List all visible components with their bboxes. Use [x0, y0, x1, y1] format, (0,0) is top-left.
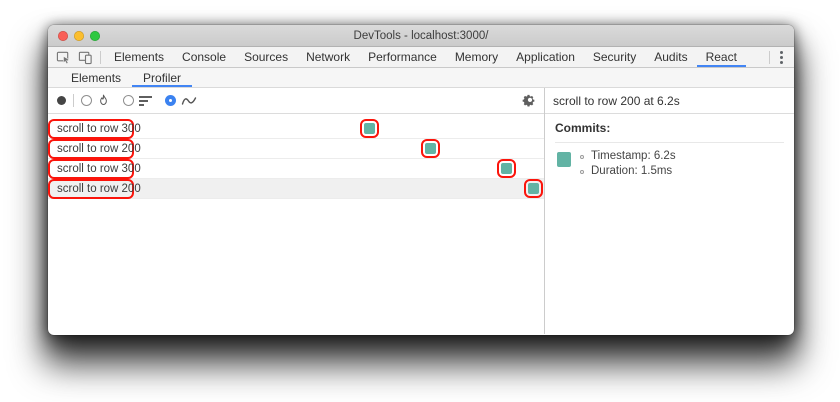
- interactions-radio[interactable]: [165, 95, 176, 106]
- commit-property: Timestamp: 6.2s: [580, 149, 676, 164]
- tab-memory[interactable]: Memory: [446, 47, 507, 67]
- commits-section: Commits: Timestamp: 6.2s Duration: 1.5ms: [545, 114, 794, 186]
- close-button[interactable]: [58, 31, 68, 41]
- interactions-timeline: scroll to row 300 scroll to row 200 scro…: [48, 114, 544, 199]
- commit-entry[interactable]: Timestamp: 6.2s Duration: 1.5ms: [555, 149, 784, 179]
- interaction-label[interactable]: scroll to row 300: [57, 163, 141, 175]
- gear-icon[interactable]: [522, 94, 535, 107]
- traffic-lights: [58, 31, 100, 41]
- tab-audits[interactable]: Audits: [645, 47, 696, 67]
- device-toolbar-icon[interactable]: [78, 50, 93, 65]
- commit-marker[interactable]: [501, 163, 512, 174]
- window-title: DevTools - localhost:3000/: [353, 29, 489, 42]
- tabbar-right: [769, 47, 794, 67]
- inspect-element-icon[interactable]: [56, 50, 71, 65]
- ranked-radio[interactable]: [123, 95, 134, 106]
- view-ranked[interactable]: [123, 95, 152, 106]
- interactions-chart-icon: [181, 95, 197, 107]
- devtools-window: DevTools - localhost:3000/ Elements Cons…: [48, 25, 794, 335]
- interaction-row[interactable]: scroll to row 200: [48, 139, 544, 159]
- tab-security[interactable]: Security: [584, 47, 645, 67]
- bullet-icon: [580, 154, 584, 159]
- toolbar-separator: [73, 94, 74, 107]
- tab-sources[interactable]: Sources: [235, 47, 297, 67]
- interaction-label-annotation: scroll to row 300: [48, 159, 141, 179]
- commit-duration: Duration: 1.5ms: [591, 165, 673, 177]
- view-interactions[interactable]: [165, 95, 197, 107]
- toolbar-separator: [100, 50, 101, 64]
- zoom-button[interactable]: [90, 31, 100, 41]
- react-tab-elements[interactable]: Elements: [60, 68, 132, 87]
- view-flamegraph[interactable]: [81, 94, 110, 107]
- flamegraph-radio[interactable]: [81, 95, 92, 106]
- ranked-chart-icon: [139, 95, 152, 106]
- interaction-row-selected[interactable]: scroll to row 200: [48, 179, 544, 199]
- interaction-row[interactable]: scroll to row 300: [48, 119, 544, 139]
- minimize-button[interactable]: [74, 31, 84, 41]
- commit-marker[interactable]: [528, 183, 539, 194]
- tab-react[interactable]: React: [697, 47, 746, 67]
- commit-marker-annotation: [421, 139, 440, 158]
- interactions-panel: scroll to row 300 scroll to row 200 scro…: [48, 88, 545, 334]
- commit-property: Duration: 1.5ms: [580, 164, 676, 179]
- toolbar-separator: [769, 50, 770, 64]
- tab-application[interactable]: Application: [507, 47, 584, 67]
- react-devtools-tabbar: Elements Profiler: [48, 68, 794, 88]
- commit-marker-annotation: [497, 159, 516, 178]
- record-button[interactable]: [57, 96, 66, 105]
- react-tab-profiler[interactable]: Profiler: [132, 68, 192, 87]
- interaction-label[interactable]: scroll to row 300: [57, 123, 141, 135]
- profiler-toolbar: [48, 88, 544, 114]
- commit-marker-annotation: [360, 119, 379, 138]
- interaction-label-annotation: scroll to row 200: [48, 139, 141, 159]
- commit-color-swatch[interactable]: [557, 152, 571, 167]
- flamegraph-icon: [97, 94, 110, 107]
- tab-performance[interactable]: Performance: [359, 47, 446, 67]
- title-bar: DevTools - localhost:3000/: [48, 25, 794, 47]
- commit-marker-annotation: [524, 179, 543, 198]
- commit-marker[interactable]: [425, 143, 436, 154]
- tab-elements[interactable]: Elements: [105, 47, 173, 67]
- kebab-menu-icon[interactable]: [776, 49, 787, 66]
- divider: [555, 142, 784, 143]
- bullet-icon: [580, 169, 584, 174]
- tab-network[interactable]: Network: [297, 47, 359, 67]
- commit-marker[interactable]: [364, 123, 375, 134]
- commit-properties: Timestamp: 6.2s Duration: 1.5ms: [580, 149, 676, 179]
- profiler-content: scroll to row 300 scroll to row 200 scro…: [48, 88, 794, 334]
- devtools-tool-icons: [48, 47, 105, 67]
- interaction-label-annotation: scroll to row 300: [48, 119, 141, 139]
- commit-timestamp: Timestamp: 6.2s: [591, 150, 676, 162]
- selected-interaction-header: scroll to row 200 at 6.2s: [545, 88, 794, 114]
- interaction-label[interactable]: scroll to row 200: [57, 183, 141, 195]
- interaction-label[interactable]: scroll to row 200: [57, 143, 141, 155]
- commits-heading: Commits:: [555, 121, 611, 135]
- tab-console[interactable]: Console: [173, 47, 235, 67]
- interaction-row[interactable]: scroll to row 300: [48, 159, 544, 179]
- details-panel: scroll to row 200 at 6.2s Commits: Times…: [545, 88, 794, 334]
- interaction-label-annotation: scroll to row 200: [48, 179, 141, 199]
- devtools-tabbar: Elements Console Sources Network Perform…: [48, 47, 794, 68]
